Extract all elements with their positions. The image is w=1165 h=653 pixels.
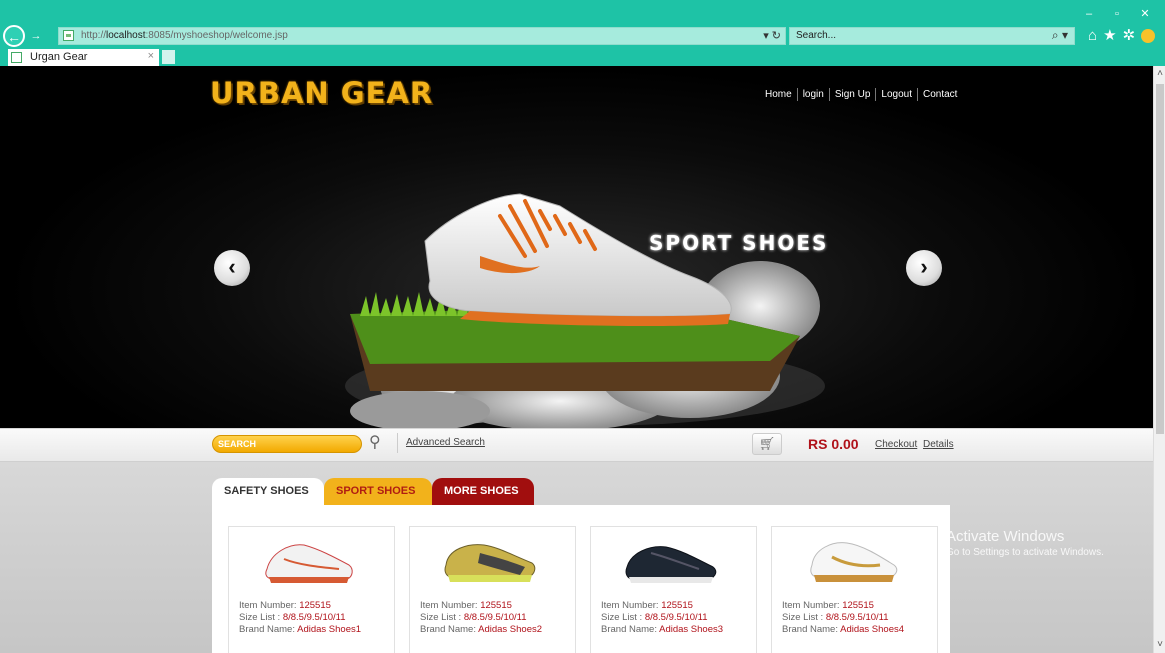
web-page: URBAN GEAR Home login Sign Up Logout Con… [0, 66, 1153, 653]
cart-icon[interactable]: 🛒︎ [752, 433, 782, 455]
tab-row: Urgan Gear × [0, 49, 1165, 66]
previous-slide-icon[interactable]: ‹ [214, 250, 250, 286]
navigation-row: ← → http://localhost:8085/myshoeshop/wel… [0, 24, 1165, 48]
browser-tab-title: Urgan Gear [30, 51, 88, 63]
site-logo[interactable]: URBAN GEAR [210, 76, 433, 110]
product-shoe-image [810, 542, 898, 582]
scroll-up-icon[interactable]: ˄ [1155, 68, 1165, 80]
top-navigation: Home login Sign Up Logout Contact [760, 88, 962, 101]
product-info: Item Number: 125515 Size List : 8/8.5/9.… [601, 600, 724, 635]
new-tab-button[interactable] [162, 50, 175, 64]
address-bar[interactable]: http://localhost:8085/myshoeshop/welcome… [58, 27, 786, 45]
advanced-search-link[interactable]: Advanced Search [397, 433, 485, 453]
watermark-subtitle: Go to Settings to activate Windows. [946, 547, 1104, 558]
feedback-smiley-icon[interactable] [1141, 29, 1156, 43]
gear-icon[interactable]: ✲ [1123, 28, 1136, 44]
browser-tab[interactable]: Urgan Gear × [8, 49, 159, 66]
site-search-input[interactable]: SEARCH [212, 435, 362, 453]
hero-shoe-image [345, 193, 825, 428]
product-card[interactable]: Item Number: 125515 Size List : 8/8.5/9.… [771, 526, 938, 653]
product-info: Item Number: 125515 Size List : 8/8.5/9.… [782, 600, 905, 635]
restore-button[interactable]: ▫ [1103, 6, 1131, 22]
scroll-down-icon[interactable]: ˅ [1155, 639, 1165, 651]
watermark-title: Activate Windows [946, 528, 1065, 545]
activation-watermark: Activate Windows Go to Settings to activ… [946, 528, 1104, 558]
product-shoe-image [265, 544, 353, 583]
category-tabs: SAFETY SHOES SPORT SHOES MORE SHOES [212, 478, 534, 505]
page-favicon-icon [63, 30, 74, 41]
tab-favicon-icon [11, 52, 22, 63]
next-slide-icon[interactable]: › [906, 250, 942, 286]
browser-search-placeholder: Search... [796, 30, 837, 41]
details-link[interactable]: Details [923, 439, 954, 450]
magnifier-icon[interactable]: ⚲ [369, 432, 381, 452]
header-banner: URBAN GEAR Home login Sign Up Logout Con… [0, 66, 1153, 428]
product-card[interactable]: Item Number: 125515 Size List : 8/8.5/9.… [590, 526, 757, 653]
vertical-scrollbar[interactable]: ˄ ˅ [1153, 66, 1165, 653]
browser-chrome: – ▫ ✕ ← → http://localhost:8085/myshoesh… [0, 0, 1165, 66]
back-arrow-icon[interactable]: ← [3, 25, 25, 47]
scrollbar-thumb[interactable] [1156, 84, 1164, 434]
browser-toolbar-icons: ⌂ ★ ✲ [1088, 28, 1156, 44]
product-panel: Item Number: 125515 Size List : 8/8.5/9.… [212, 505, 950, 653]
address-url[interactable]: http://localhost:8085/myshoeshop/welcome… [81, 30, 288, 41]
nav-login-link[interactable]: login [796, 88, 829, 101]
tab-more-shoes[interactable]: MORE SHOES [432, 478, 534, 505]
window-controls: – ▫ ✕ [1075, 6, 1159, 22]
cart-total: RS 0.00 [808, 436, 859, 452]
nav-signup-link[interactable]: Sign Up [828, 88, 876, 101]
close-tab-icon[interactable]: × [148, 50, 154, 62]
minimize-button[interactable]: – [1075, 6, 1103, 22]
search-icon[interactable]: ⌕ ▾ [1052, 28, 1068, 43]
close-window-button[interactable]: ✕ [1131, 6, 1159, 22]
refresh-icon[interactable]: ▾ ↻ [763, 29, 781, 42]
tab-sport-shoes[interactable]: SPORT SHOES [324, 478, 432, 505]
forward-arrow-icon[interactable]: → [28, 28, 44, 44]
nav-logout-link[interactable]: Logout [875, 88, 917, 101]
search-cart-bar: SEARCH ⚲ Advanced Search 🛒︎ RS 0.00 Chec… [0, 428, 1153, 462]
product-shoe-image [444, 544, 536, 582]
star-icon[interactable]: ★ [1103, 28, 1116, 44]
home-icon[interactable]: ⌂ [1088, 28, 1097, 44]
product-info: Item Number: 125515 Size List : 8/8.5/9.… [420, 600, 543, 635]
product-card[interactable]: Item Number: 125515 Size List : 8/8.5/9.… [409, 526, 576, 653]
browser-search-box[interactable]: Search... ⌕ ▾ [789, 27, 1075, 45]
nav-contact-link[interactable]: Contact [917, 88, 962, 101]
tab-safety-shoes[interactable]: SAFETY SHOES [212, 478, 324, 505]
checkout-link[interactable]: Checkout [875, 439, 917, 450]
nav-home-link[interactable]: Home [760, 88, 797, 101]
product-info: Item Number: 125515 Size List : 8/8.5/9.… [239, 600, 362, 635]
product-shoe-image [625, 546, 717, 583]
slide-caption: SPORT SHOES [649, 231, 829, 255]
product-card[interactable]: Item Number: 125515 Size List : 8/8.5/9.… [228, 526, 395, 653]
